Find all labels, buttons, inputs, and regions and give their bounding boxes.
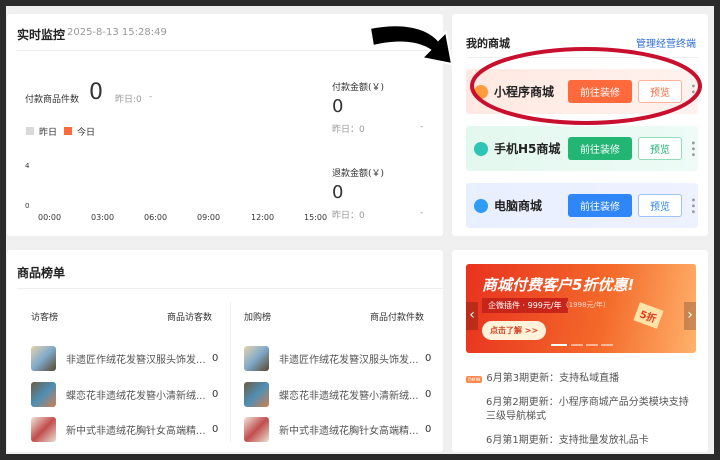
arrow-annotation-icon bbox=[368, 24, 454, 66]
annotation-overlay bbox=[368, 24, 702, 125]
highlight-ellipse bbox=[470, 47, 702, 125]
